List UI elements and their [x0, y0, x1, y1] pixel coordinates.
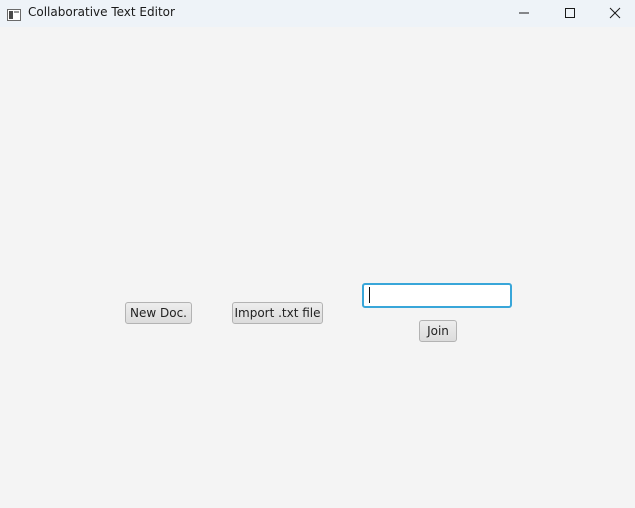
new-doc-button[interactable]: New Doc.	[125, 302, 192, 324]
import-txt-button[interactable]: Import .txt file	[232, 302, 323, 324]
close-button[interactable]	[592, 0, 635, 27]
app-window: Collaborative Text Editor New Doc. Impor…	[0, 0, 635, 508]
maximize-button[interactable]	[547, 0, 593, 27]
window-title: Collaborative Text Editor	[28, 5, 175, 19]
minimize-button[interactable]	[501, 0, 547, 27]
close-icon	[609, 4, 621, 23]
join-code-input[interactable]	[362, 283, 512, 308]
join-button[interactable]: Join	[419, 320, 457, 342]
text-caret	[369, 287, 370, 303]
app-icon	[7, 6, 21, 21]
maximize-icon	[564, 4, 576, 23]
title-bar[interactable]: Collaborative Text Editor	[0, 0, 635, 27]
main-content	[0, 27, 635, 508]
minimize-icon	[518, 4, 530, 23]
